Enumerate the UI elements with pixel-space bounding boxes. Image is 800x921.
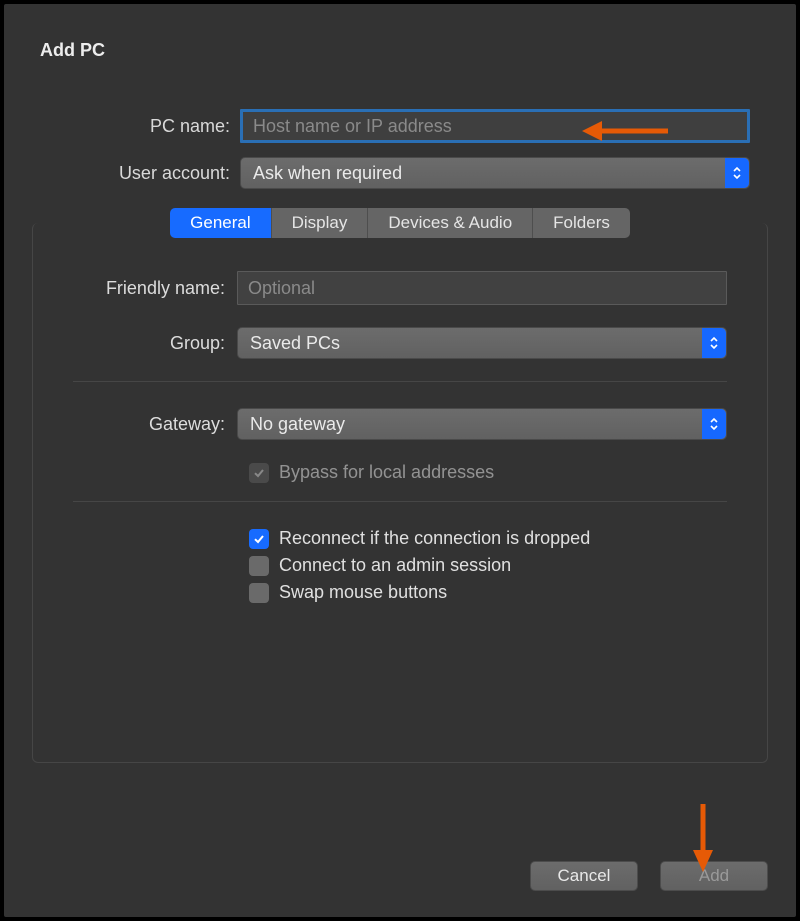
cancel-button[interactable]: Cancel	[530, 861, 638, 891]
pc-name-label: PC name:	[50, 116, 240, 137]
gateway-label: Gateway:	[73, 414, 237, 435]
tab-display[interactable]: Display	[272, 208, 369, 238]
gateway-value: No gateway	[250, 414, 345, 435]
tab-folders[interactable]: Folders	[533, 208, 630, 238]
separator	[73, 381, 727, 382]
separator	[73, 501, 727, 502]
chevron-up-down-icon	[702, 328, 726, 358]
user-account-select[interactable]: Ask when required	[240, 157, 750, 189]
user-account-value: Ask when required	[253, 163, 402, 184]
tab-general[interactable]: General	[170, 208, 271, 238]
group-value: Saved PCs	[250, 333, 340, 354]
swap-mouse-checkbox[interactable]	[249, 583, 269, 603]
chevron-up-down-icon	[702, 409, 726, 439]
pc-name-input[interactable]	[240, 109, 750, 143]
tab-bar: General Display Devices & Audio Folders	[33, 208, 767, 238]
user-account-label: User account:	[50, 163, 240, 184]
dialog-buttons: Cancel Add	[530, 861, 768, 891]
friendly-name-label: Friendly name:	[73, 278, 237, 299]
bypass-checkbox	[249, 463, 269, 483]
reconnect-label: Reconnect if the connection is dropped	[279, 528, 590, 549]
annotation-arrow-icon	[580, 116, 670, 151]
reconnect-checkbox[interactable]	[249, 529, 269, 549]
chevron-up-down-icon	[725, 158, 749, 188]
swap-mouse-label: Swap mouse buttons	[279, 582, 447, 603]
tab-devices-audio[interactable]: Devices & Audio	[368, 208, 533, 238]
annotation-arrow-icon	[688, 802, 718, 879]
admin-session-label: Connect to an admin session	[279, 555, 511, 576]
bypass-label: Bypass for local addresses	[279, 462, 494, 483]
friendly-name-input[interactable]	[237, 271, 727, 305]
dialog-title: Add PC	[40, 40, 772, 61]
group-label: Group:	[73, 333, 237, 354]
gateway-select[interactable]: No gateway	[237, 408, 727, 440]
add-pc-dialog: Add PC PC name: User account: Ask when r…	[4, 4, 796, 917]
admin-session-checkbox[interactable]	[249, 556, 269, 576]
settings-groupbox: General Display Devices & Audio Folders …	[32, 223, 768, 763]
group-select[interactable]: Saved PCs	[237, 327, 727, 359]
